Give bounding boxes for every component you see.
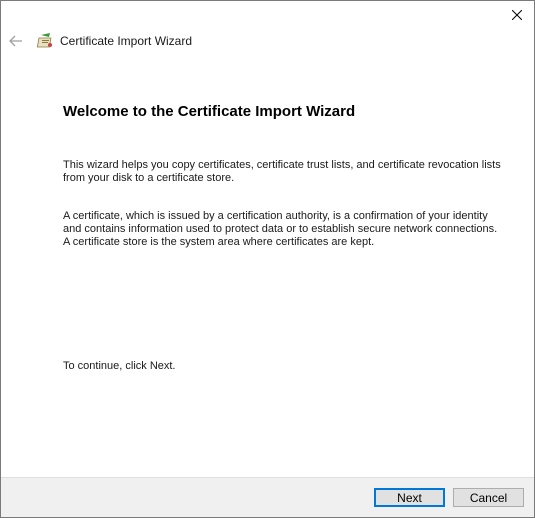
continue-instruction: To continue, click Next. bbox=[63, 360, 176, 372]
wizard-window: Certificate Import Wizard Welcome to the… bbox=[0, 0, 535, 518]
page-title: Welcome to the Certificate Import Wizard bbox=[63, 103, 356, 120]
next-button[interactable]: Next bbox=[374, 488, 445, 507]
close-icon bbox=[512, 10, 522, 20]
cancel-button[interactable]: Cancel bbox=[453, 488, 524, 507]
back-button[interactable] bbox=[8, 33, 24, 49]
description-paragraph: A certificate, which is issued by a cert… bbox=[63, 210, 498, 248]
wizard-footer: Next Cancel bbox=[1, 477, 534, 517]
wizard-header: Certificate Import Wizard bbox=[1, 31, 534, 53]
back-arrow-icon bbox=[9, 35, 22, 47]
close-button[interactable] bbox=[500, 1, 534, 29]
certificate-wizard-icon bbox=[36, 32, 55, 50]
intro-paragraph: This wizard helps you copy certificates,… bbox=[63, 159, 501, 184]
window-title: Certificate Import Wizard bbox=[60, 34, 193, 48]
